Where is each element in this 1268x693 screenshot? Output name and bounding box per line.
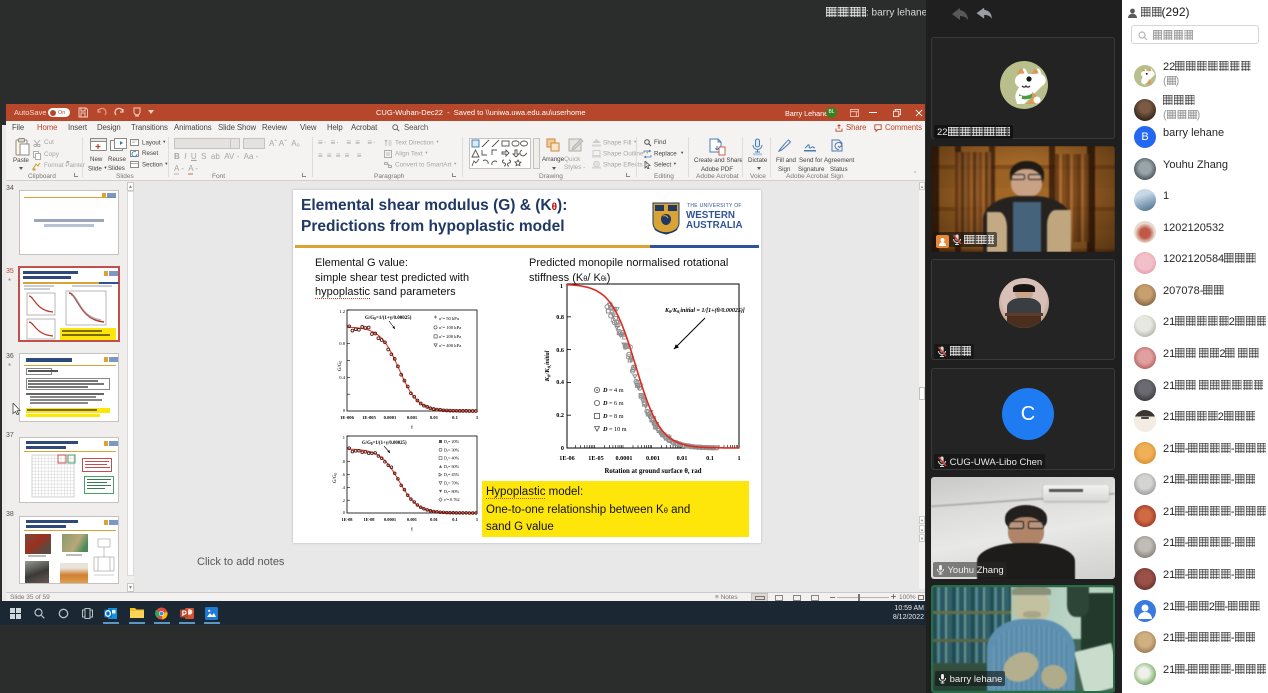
svg-text:.6: .6 [342, 472, 346, 477]
svg-text:σ′= 50 kPa: σ′= 50 kPa [439, 316, 459, 321]
svg-text:0: 0 [343, 408, 346, 413]
svg-text:Dr= 45%: Dr= 45% [444, 472, 460, 478]
svg-text:.2: .2 [342, 498, 345, 503]
svg-text:1E-005: 1E-005 [362, 415, 376, 420]
svg-text:0.1: 0.1 [452, 517, 458, 522]
svg-text:0: 0 [343, 510, 346, 515]
svg-text:Kθ/Kθ,initial = 1/[1+(θ/0.0002: Kθ/Kθ,initial = 1/[1+(θ/0.00025)] [664, 307, 745, 314]
svg-text:1E-006: 1E-006 [340, 415, 354, 420]
svg-text:0.1: 0.1 [452, 415, 458, 420]
svg-text:σ′= 100 kPa: σ′= 100 kPa [439, 325, 461, 330]
svg-text:0.001: 0.001 [646, 455, 660, 462]
svg-text:γ: γ [411, 425, 414, 430]
svg-text:Rotation at ground surface θ,: Rotation at ground surface θ, rad [604, 468, 701, 475]
svg-text:1E-06: 1E-06 [559, 455, 574, 462]
svg-text:0.8: 0.8 [339, 341, 345, 346]
svg-text:Dr= 70%: Dr= 70% [444, 481, 460, 487]
svg-text:G/G0: G/G0 [333, 473, 338, 484]
svg-text:e′= 0.762: e′= 0.762 [444, 497, 460, 502]
svg-text:1: 1 [560, 283, 563, 290]
svg-text:0.001: 0.001 [407, 517, 417, 522]
svg-text:1E-08: 1E-08 [342, 517, 354, 522]
svg-text:γ: γ [411, 527, 414, 532]
svg-text:1E-08: 1E-08 [364, 517, 376, 522]
svg-text:1E-05: 1E-05 [588, 455, 603, 462]
svg-text:0.01: 0.01 [430, 415, 439, 420]
svg-text:D = 6 m: D = 6 m [602, 400, 624, 407]
svg-text:Dr= 80%: Dr= 80% [444, 489, 460, 495]
svg-text:G/G0=1/(1+γ/0.00025): G/G0=1/(1+γ/0.00025) [365, 316, 412, 321]
svg-text:σ′= 400 kPa: σ′= 400 kPa [439, 343, 461, 348]
svg-text:D = 10 m: D = 10 m [602, 426, 627, 433]
svg-text:0.0001: 0.0001 [384, 415, 397, 420]
svg-text:0: 0 [561, 445, 564, 452]
svg-text:1.2: 1.2 [339, 309, 345, 314]
svg-text:0.2: 0.2 [556, 412, 564, 419]
svg-text:0.01: 0.01 [430, 517, 438, 522]
svg-text:.4: .4 [342, 485, 346, 490]
svg-text:0.001: 0.001 [407, 415, 418, 420]
svg-text:G/G0=1/(1+γ/0.00025): G/G0=1/(1+γ/0.00025) [362, 441, 407, 446]
svg-text:σ′= 200 kPa: σ′= 200 kPa [439, 334, 461, 339]
svg-text:1: 1 [476, 415, 479, 420]
svg-text:Kθ/Kθ,initial: Kθ/Kθ,initial [544, 350, 551, 382]
svg-text:0.4: 0.4 [556, 379, 564, 386]
svg-text:D = 4 m: D = 4 m [602, 387, 624, 394]
svg-text:0.1: 0.1 [706, 455, 714, 462]
svg-text:Dr= 20%: Dr= 20% [444, 439, 460, 445]
svg-text:1: 1 [343, 435, 345, 440]
svg-text:0.8: 0.8 [556, 314, 564, 321]
svg-text:.8: .8 [342, 459, 346, 464]
svg-text:0.01: 0.01 [677, 455, 688, 462]
svg-text:G/G0: G/G0 [338, 361, 343, 372]
svg-text:Dr= 40%: Dr= 40% [444, 456, 460, 462]
svg-text:0.6: 0.6 [556, 347, 564, 354]
svg-text:0.0001: 0.0001 [615, 455, 632, 462]
svg-text:1: 1 [476, 517, 478, 522]
svg-text:0.0001: 0.0001 [384, 517, 396, 522]
svg-text:0.4: 0.4 [339, 375, 345, 380]
svg-text:Dr= 30%: Dr= 30% [444, 447, 460, 453]
svg-text:D = 8 m: D = 8 m [602, 413, 624, 420]
svg-text:Dr= 60%: Dr= 60% [444, 464, 460, 470]
svg-text:1: 1 [737, 455, 740, 462]
